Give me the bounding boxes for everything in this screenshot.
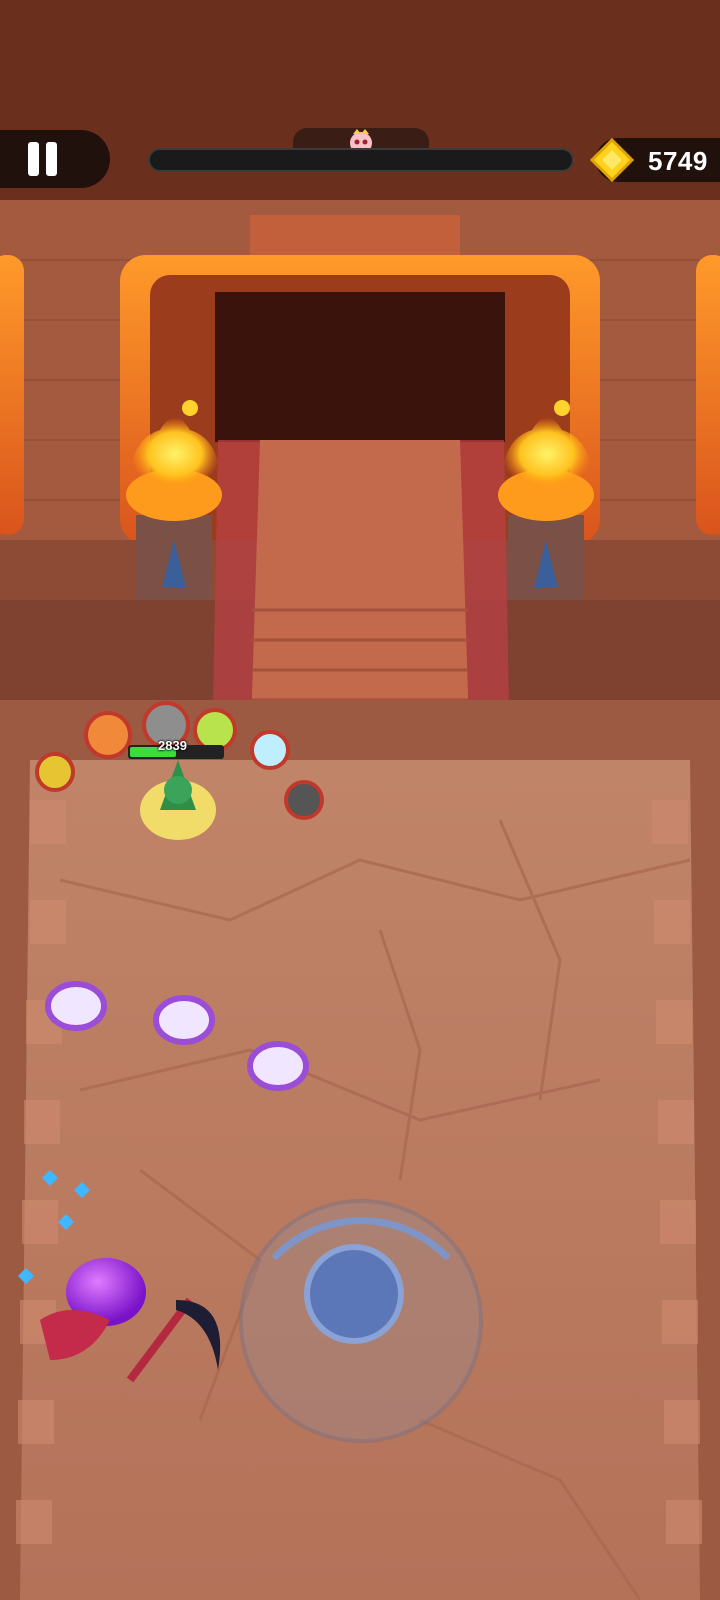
boss-health-bar — [148, 128, 574, 176]
portal-1 — [45, 981, 107, 1031]
portal-2 — [153, 995, 215, 1045]
enemy-green — [193, 708, 237, 752]
right-pillar-glow — [696, 255, 720, 535]
joystick-knob — [304, 1244, 404, 1344]
left-pillar-glow — [0, 255, 24, 535]
enemy-orange — [84, 711, 132, 759]
virtual-joystick[interactable] — [236, 1196, 486, 1446]
boss-health-track — [148, 148, 574, 172]
coin-count: 5749 — [648, 146, 708, 176]
doorway-opening — [215, 292, 505, 442]
coin-counter: 5749 — [590, 138, 720, 182]
pause-button[interactable] — [0, 130, 110, 188]
portal-3 — [247, 1041, 309, 1091]
enemy-ice — [250, 730, 290, 770]
player-hp-text: 2839 — [158, 738, 187, 753]
enemy-yellow — [35, 752, 75, 792]
joystick-icon — [239, 1199, 483, 1443]
arena-floor — [20, 760, 700, 1600]
coin-icon — [590, 138, 634, 182]
enemy-dark — [284, 780, 324, 820]
